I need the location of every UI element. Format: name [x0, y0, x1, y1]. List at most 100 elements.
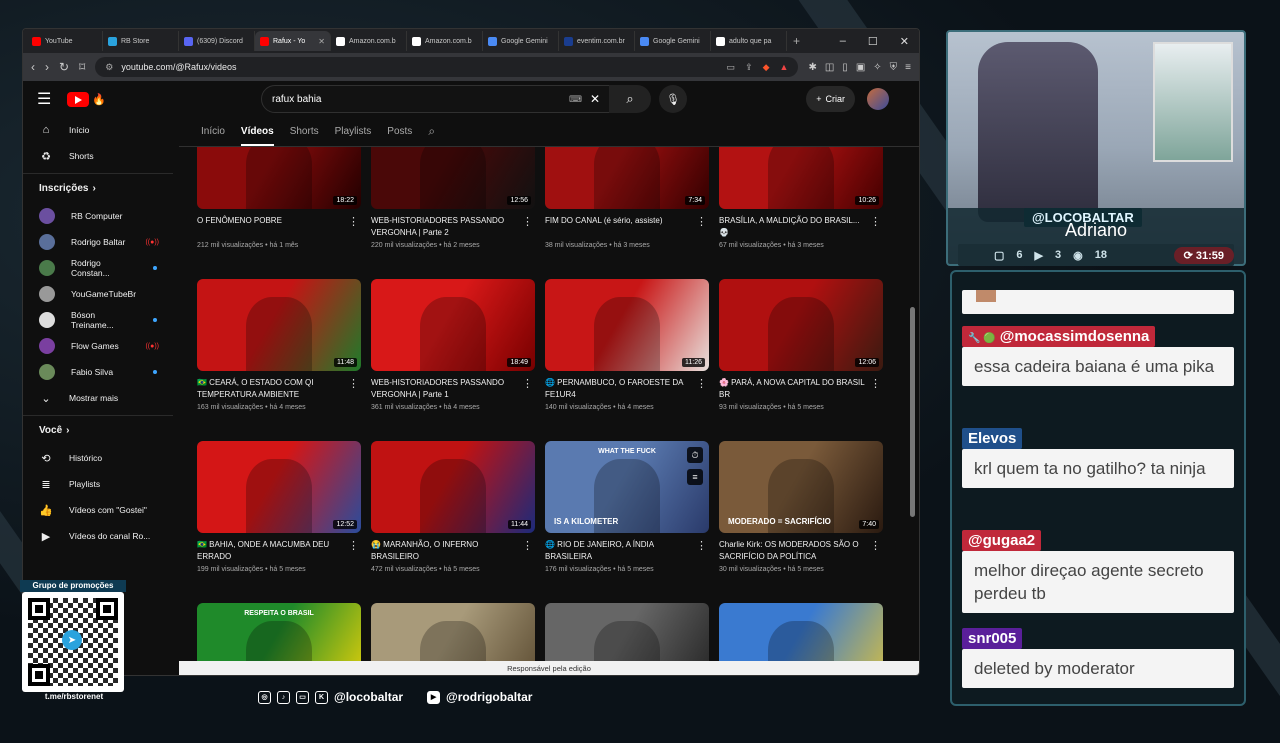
wallet-icon[interactable]: ▣: [856, 62, 865, 73]
video-thumbnail[interactable]: 1:16:22: [371, 603, 535, 661]
voice-search-button[interactable]: 🎙: [659, 85, 687, 113]
search-input[interactable]: rafux bahia ⌨ ✕: [261, 85, 611, 113]
tab-playlists[interactable]: Playlists: [335, 126, 372, 137]
ai-icon[interactable]: ✧: [873, 62, 881, 73]
close-window-button[interactable]: ✕: [900, 35, 909, 48]
search-channel-icon[interactable]: ⌕: [428, 124, 435, 139]
browser-tab[interactable]: Google Gemini: [483, 31, 559, 51]
more-options-icon[interactable]: ⋮: [870, 215, 881, 228]
more-options-icon[interactable]: ⋮: [522, 377, 533, 390]
browser-tab[interactable]: Rafux - Yo ✕: [255, 31, 331, 51]
tab-shorts[interactable]: Shorts: [290, 126, 319, 137]
more-options-icon[interactable]: ⋮: [522, 215, 533, 228]
video-card[interactable]: WHAT THE FUCK IS A KILOMETER ⏱ ≡ 🌐 RIO DE JA…: [545, 441, 709, 603]
video-title[interactable]: BRASÍLIA, A MALDIÇÃO DO BRASIL... 💀: [719, 215, 883, 239]
sidebar-item-channel[interactable]: Bóson Treiname...: [23, 307, 173, 333]
vpn-icon[interactable]: ⛨: [890, 62, 898, 73]
bookmark-icon[interactable]: ⌑: [79, 60, 85, 74]
account-avatar[interactable]: [867, 88, 889, 110]
page-scrollbar[interactable]: [910, 307, 915, 517]
video-title[interactable]: 😭 MARANHÃO, O INFERNO BRASILEIRO: [371, 539, 535, 563]
video-card[interactable]: 11:44 😭 MARANHÃO, O INFERNO BRASILEIRO 472…: [371, 441, 535, 603]
video-card[interactable]: 18:49 WEB-HISTORIADORES PASSANDO VERGONHA…: [371, 279, 535, 441]
tab-home[interactable]: Início: [201, 126, 225, 137]
sidebar-item-home[interactable]: ⌂ Início: [23, 117, 173, 143]
more-options-icon[interactable]: ⋮: [348, 539, 359, 552]
browser-tab[interactable]: RB Store: [103, 31, 179, 51]
url-field[interactable]: ⚙ youtube.com/@Rafux/videos ▭ ⇪ ◆ ▲: [95, 57, 799, 77]
video-card[interactable]: MODERADO = SACRIFÍCIO 7:40 Charlie Kirk: O…: [719, 441, 883, 603]
video-title[interactable]: O FENÔMENO POBRE: [197, 215, 361, 239]
sidebar-item-channel[interactable]: Rodrigo Baltar ((●)): [23, 229, 173, 255]
video-title[interactable]: 🌐 PERNAMBUCO, O FAROESTE DA FE1UR4: [545, 377, 709, 401]
sidebar-item-shorts[interactable]: ♻ Shorts: [23, 143, 173, 169]
browser-tab[interactable]: eventim.com.br: [559, 31, 635, 51]
video-thumbnail[interactable]: 11:44: [371, 441, 535, 533]
browser-tab[interactable]: Amazon.com.b: [407, 31, 483, 51]
subscriptions-heading[interactable]: Inscrições ›: [23, 173, 173, 203]
video-card[interactable]: 11:48 🇧🇷 CEARÁ, O ESTADO COM QI TEMPERATU…: [197, 279, 361, 441]
video-card[interactable]: 11:26 🌐 PERNAMBUCO, O FAROESTE DA FE1UR4 1…: [545, 279, 709, 441]
cast-icon[interactable]: ▭: [727, 62, 736, 73]
you-heading[interactable]: Você ›: [23, 415, 173, 445]
more-options-icon[interactable]: ⋮: [696, 377, 707, 390]
more-options-icon[interactable]: ⋮: [696, 215, 707, 228]
video-title[interactable]: WEB-HISTORIADORES PASSANDO VERGONHA | Pa…: [371, 215, 535, 239]
sidebar-item-channel[interactable]: RB Computer: [23, 203, 173, 229]
video-title[interactable]: 🌐 RIO DE JANEIRO, A ÍNDIA BRASILEIRA: [545, 539, 709, 563]
video-thumbnail[interactable]: 7:34: [545, 147, 709, 209]
browser-tab[interactable]: Google Gemini: [635, 31, 711, 51]
sidebar-item-channel[interactable]: Rodrigo Constan...: [23, 255, 173, 281]
maximize-button[interactable]: ☐: [868, 35, 878, 48]
share-icon[interactable]: ⇪: [745, 62, 753, 73]
video-card[interactable]: 12:52 🇧🇷 BAHIA, ONDE A MACUMBA DEU ERRADO…: [197, 441, 361, 603]
forward-icon[interactable]: ›: [45, 60, 49, 74]
rewards-icon[interactable]: ▲: [780, 62, 789, 73]
more-options-icon[interactable]: ⋮: [870, 539, 881, 552]
video-thumbnail[interactable]: MODERADO = SACRIFÍCIO 7:40: [719, 441, 883, 533]
video-thumbnail[interactable]: 12:52: [197, 441, 361, 533]
tab-posts[interactable]: Posts: [387, 126, 412, 137]
video-card[interactable]: 18:22 O FENÔMENO POBRE 212 mil visualizaçõ…: [197, 147, 361, 279]
video-card[interactable]: 1:16:22: [371, 603, 535, 661]
sidebar-item-liked[interactable]: 👍 Vídeos com "Gostei": [23, 497, 173, 523]
hamburger-menu-icon[interactable]: ☰: [37, 89, 67, 109]
screenshot-icon[interactable]: ◫: [825, 62, 834, 73]
menu-icon[interactable]: ≡: [905, 62, 911, 73]
more-options-icon[interactable]: ⋮: [696, 539, 707, 552]
video-thumbnail[interactable]: 10:26: [719, 147, 883, 209]
video-card[interactable]: 12:56 WEB-HISTORIADORES PASSANDO VERGONHA…: [371, 147, 535, 279]
brave-shield-icon[interactable]: ◆: [763, 62, 770, 73]
sidebar-item-channel-videos[interactable]: ▶ Vídeos do canal Ro...: [23, 523, 173, 549]
add-to-queue-icon[interactable]: ≡: [687, 469, 703, 485]
video-thumbnail[interactable]: WHAT THE FUCK IS A KILOMETER ⏱ ≡: [545, 441, 709, 533]
minimize-button[interactable]: –: [840, 35, 846, 48]
more-options-icon[interactable]: ⋮: [348, 215, 359, 228]
video-title[interactable]: 🌸 PARÁ, A NOVA CAPITAL DO BRASIL BR: [719, 377, 883, 401]
more-options-icon[interactable]: ⋮: [348, 377, 359, 390]
sidebar-item-channel[interactable]: Flow Games ((●)): [23, 333, 173, 359]
video-card[interactable]: 10:26 BRASÍLIA, A MALDIÇÃO DO BRASIL... 💀…: [719, 147, 883, 279]
video-thumbnail[interactable]: 11:48: [197, 279, 361, 371]
more-options-icon[interactable]: ⋮: [870, 377, 881, 390]
sidebar-icon[interactable]: ▯: [842, 62, 848, 73]
video-thumbnail[interactable]: RESPEITA O BRASIL9:11: [197, 603, 361, 661]
video-title[interactable]: Charlie Kirk: OS MODERADOS SÃO O SACRIFÍ…: [719, 539, 883, 563]
video-card[interactable]: 7:34 FIM DO CANAL (é sério, assiste) 38 mi…: [545, 147, 709, 279]
show-more-button[interactable]: ⌄ Mostrar mais: [23, 385, 173, 411]
video-thumbnail[interactable]: 18:49: [371, 279, 535, 371]
browser-tab[interactable]: adulto que pa: [711, 31, 787, 51]
video-title[interactable]: 🇧🇷 BAHIA, ONDE A MACUMBA DEU ERRADO: [197, 539, 361, 563]
reload-icon[interactable]: ↻: [59, 60, 69, 74]
video-title[interactable]: WEB-HISTORIADORES PASSANDO VERGONHA | Pa…: [371, 377, 535, 401]
browser-tab[interactable]: (6309) Discord: [179, 31, 255, 51]
video-card[interactable]: 12:06 🌸 PARÁ, A NOVA CAPITAL DO BRASIL BR…: [719, 279, 883, 441]
youtube-logo[interactable]: [67, 91, 89, 107]
clear-search-icon[interactable]: ✕: [590, 92, 600, 106]
new-tab-button[interactable]: +: [793, 34, 800, 48]
video-thumbnail[interactable]: 12:06: [719, 279, 883, 371]
watch-later-icon[interactable]: ⏱: [687, 447, 703, 463]
more-options-icon[interactable]: ⋮: [522, 539, 533, 552]
sidebar-item-history[interactable]: ⟲ Histórico: [23, 445, 173, 471]
video-title[interactable]: FIM DO CANAL (é sério, assiste): [545, 215, 709, 239]
